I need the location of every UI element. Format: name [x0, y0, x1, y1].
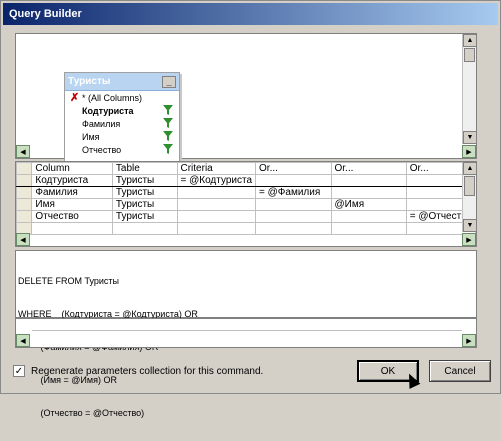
cell-column[interactable]: Фамилия	[31, 186, 113, 199]
table-row[interactable]	[15, 222, 477, 235]
scroll-thumb[interactable]	[464, 48, 475, 62]
table-row[interactable]: Кодтуриста Туристы = @Кодтуриста	[15, 174, 477, 187]
cell-or-1[interactable]	[255, 198, 332, 211]
header-table[interactable]: Table	[111, 162, 178, 175]
field-label: Фамилия	[82, 118, 121, 129]
header-or-2[interactable]: Or...	[330, 162, 407, 175]
field-imya[interactable]: Имя	[65, 130, 179, 143]
field-label: Имя	[82, 131, 100, 142]
cell-or-1[interactable]	[255, 210, 332, 223]
sql-pane[interactable]: DELETE FROM Туристы WHERE (Кодтуриста = …	[15, 250, 477, 418]
cell-criteria[interactable]	[176, 186, 257, 199]
grid-header-row: Column Table Criteria Or... Or... Or...	[15, 162, 477, 175]
filter-icon	[163, 131, 173, 141]
filter-icon	[163, 118, 173, 128]
table-box-title: Туристы	[68, 76, 111, 87]
filter-icon	[163, 144, 173, 154]
criteria-grid[interactable]: Column Table Criteria Or... Or... Or... …	[15, 162, 477, 235]
table-row[interactable]: Отчество Туристы = @Отчество	[15, 210, 477, 223]
header-or-1[interactable]: Or...	[255, 162, 332, 175]
scroll-up-icon[interactable]: ▲	[463, 162, 477, 175]
row-selector[interactable]	[15, 174, 33, 187]
cell-table[interactable]: Туристы	[111, 174, 178, 187]
scroll-thumb[interactable]	[464, 176, 475, 196]
scroll-down-icon[interactable]: ▼	[463, 131, 477, 144]
regenerate-option[interactable]: ✓ Regenerate parameters collection for t…	[13, 365, 263, 377]
row-selector[interactable]	[15, 198, 33, 211]
diagram-hscroll-button[interactable]: ◀	[16, 145, 30, 158]
field-label: Отчество	[82, 144, 122, 155]
row-header-corner	[15, 162, 33, 175]
query-builder-window: Query Builder Туристы _ ✗ * (All Columns…	[0, 0, 501, 418]
table-box-header[interactable]: Туристы _	[65, 73, 179, 91]
diagram-vscrollbar[interactable]: ▲ ▼	[462, 34, 477, 144]
filter-icon	[163, 105, 173, 115]
cell-criteria[interactable]: = @Кодтуриста	[176, 174, 257, 187]
field-familia[interactable]: Фамилия	[65, 117, 179, 130]
table-row[interactable]: Имя Туристы @Имя	[15, 198, 477, 211]
cell-empty[interactable]	[31, 222, 113, 235]
cell-table[interactable]: Туристы	[111, 186, 178, 199]
cell-empty[interactable]	[255, 222, 332, 235]
row-selector[interactable]	[15, 186, 33, 199]
regenerate-label: Regenerate parameters collection for thi…	[31, 365, 264, 377]
cell-or-1[interactable]	[255, 174, 332, 187]
results-header	[32, 319, 462, 331]
field-kodturista[interactable]: Кодтуриста	[65, 104, 179, 117]
title-bar[interactable]: Query Builder	[3, 3, 498, 25]
cell-or-2[interactable]	[330, 186, 407, 199]
field-all-columns[interactable]: ✗ * (All Columns)	[65, 91, 179, 104]
scroll-down-icon[interactable]: ▼	[463, 219, 477, 232]
results-hscroll-button[interactable]: ◀	[16, 334, 30, 347]
table-row[interactable]: Фамилия Туристы = @Фамилия	[15, 186, 477, 199]
field-label: * (All Columns)	[82, 92, 143, 103]
cell-column[interactable]: Отчество	[31, 210, 113, 223]
cell-or-2[interactable]	[330, 174, 407, 187]
cell-empty[interactable]	[330, 222, 407, 235]
cell-criteria[interactable]	[176, 198, 257, 211]
cell-column[interactable]: Кодтуриста	[31, 174, 113, 187]
field-otchestvo[interactable]: Отчество	[65, 143, 179, 156]
grid-hscroll-button[interactable]: ◀	[16, 233, 30, 246]
results-pane[interactable]: ◀ ▶	[15, 318, 477, 348]
header-criteria[interactable]: Criteria	[176, 162, 257, 175]
grid-nav-button[interactable]: ▶	[462, 233, 476, 246]
field-label: Кодтуриста	[82, 105, 134, 116]
cell-or-2[interactable]	[330, 210, 407, 223]
scroll-up-icon[interactable]: ▲	[463, 34, 477, 47]
cancel-button[interactable]: Cancel	[429, 360, 491, 382]
sql-line: DELETE FROM Туристы	[18, 276, 120, 286]
cell-or-1[interactable]: = @Фамилия	[255, 186, 332, 199]
cell-table[interactable]: Туристы	[111, 198, 178, 211]
cell-table[interactable]: Туристы	[111, 210, 178, 223]
regenerate-checkbox[interactable]: ✓	[13, 365, 25, 377]
cell-column[interactable]: Имя	[31, 198, 113, 211]
diagram-pane[interactable]: Туристы _ ✗ * (All Columns) Кодтуриста Ф…	[15, 33, 477, 168]
checkmark-icon: ✗	[70, 92, 80, 104]
minimize-icon[interactable]: _	[162, 75, 176, 88]
window-title: Query Builder	[9, 8, 82, 20]
cell-empty[interactable]	[111, 222, 178, 235]
results-nav-button[interactable]: ▶	[462, 334, 476, 347]
table-box-tourists[interactable]: Туристы _ ✗ * (All Columns) Кодтуриста Ф…	[64, 72, 180, 168]
diagram-nav-button[interactable]: ▶	[462, 145, 476, 158]
header-column[interactable]: Column	[31, 162, 113, 175]
sql-line: (Отчество = @Отчество)	[18, 408, 145, 418]
cell-or-2[interactable]: @Имя	[330, 198, 407, 211]
cell-criteria[interactable]	[176, 210, 257, 223]
row-selector[interactable]	[15, 210, 33, 223]
grid-vscrollbar[interactable]: ▲ ▼	[462, 162, 477, 232]
cell-empty[interactable]	[176, 222, 257, 235]
grid-pane[interactable]: Column Table Criteria Or... Or... Or... …	[15, 161, 477, 247]
